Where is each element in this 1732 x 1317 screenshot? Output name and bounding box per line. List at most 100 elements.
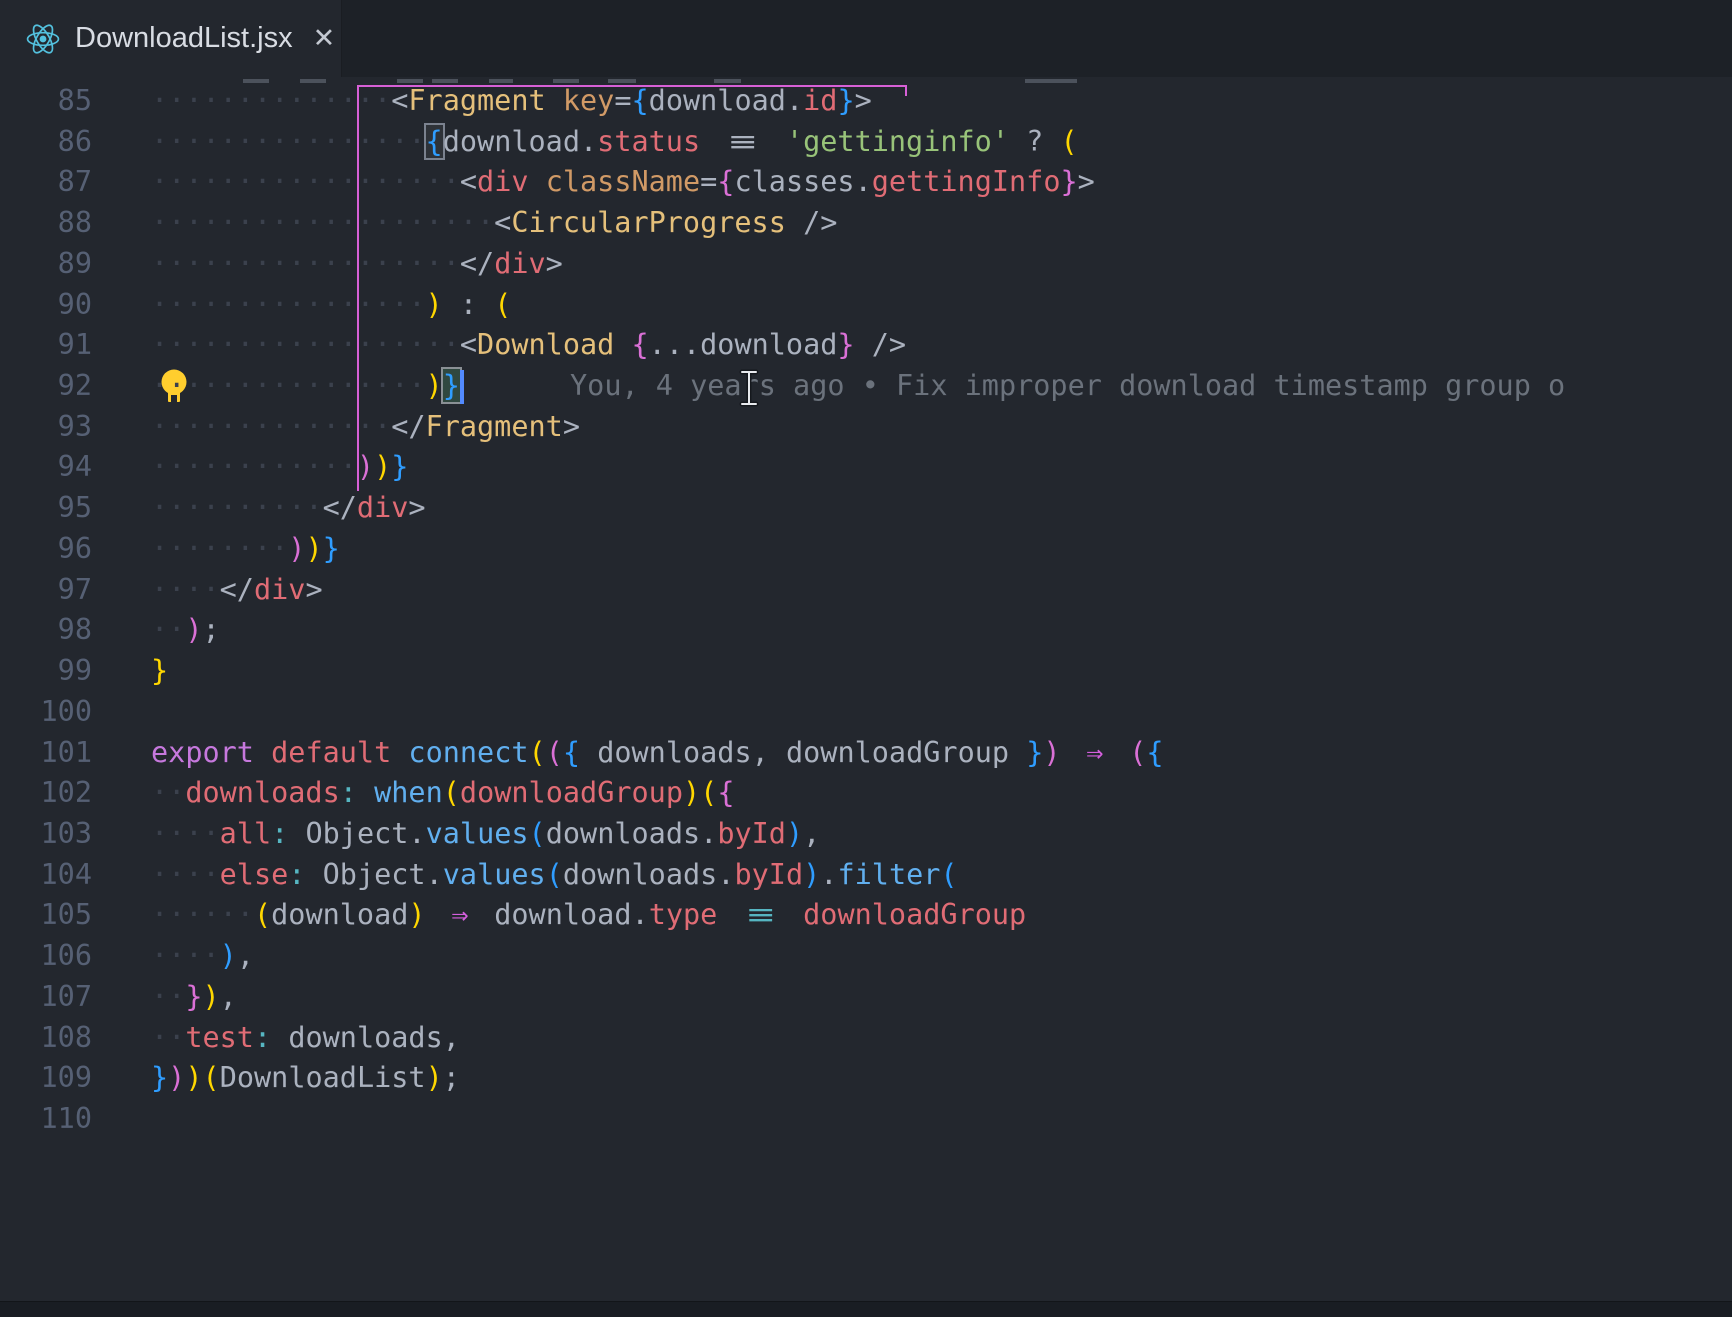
code-text[interactable]: ··············</Fragment> xyxy=(151,407,580,448)
line-number[interactable]: 88 xyxy=(0,203,92,244)
line-number[interactable]: 105 xyxy=(0,895,92,936)
line-number[interactable]: 97 xyxy=(0,570,92,611)
code-text[interactable]: ··················<Download {...download… xyxy=(151,325,906,366)
code-token: default xyxy=(271,736,391,769)
code-token: else xyxy=(220,858,289,891)
code-text[interactable]: export default connect(({ downloads, dow… xyxy=(151,733,1164,774)
code-text[interactable]: ················{download.status ≡ 'gett… xyxy=(151,122,1078,163)
code-token: ( xyxy=(1129,736,1146,769)
line-number[interactable]: 101 xyxy=(0,733,92,774)
code-token: key xyxy=(563,84,614,117)
code-text[interactable]: ······(download) ⇒ download.type ≡ downl… xyxy=(151,895,1026,936)
code-token xyxy=(1043,125,1060,158)
line-number[interactable]: 93 xyxy=(0,407,92,448)
code-editor[interactable]: 85 ··············<Fragment key={download.… xyxy=(0,77,1732,1317)
code-token: </ xyxy=(460,247,494,280)
code-line: 91 ··················<Download {...downlo… xyxy=(0,325,1732,366)
line-number[interactable]: 99 xyxy=(0,651,92,692)
code-token: ≡ xyxy=(703,122,783,163)
line-number[interactable]: 103 xyxy=(0,814,92,855)
line-number[interactable]: 90 xyxy=(0,285,92,326)
code-text[interactable]: ····</div> xyxy=(151,570,323,611)
code-text[interactable]: ················) : ( xyxy=(151,285,511,326)
code-token: > xyxy=(855,84,872,117)
whitespace-dots: ···· xyxy=(151,573,220,606)
line-number[interactable]: 85 xyxy=(0,81,92,122)
code-text[interactable]: }))(DownloadList); xyxy=(151,1058,460,1099)
whitespace-dots: ·················· xyxy=(151,328,460,361)
vscode-window: DownloadList.jsx ✕ 85 ··············<Frag… xyxy=(0,0,1732,1317)
whitespace-dots: ·················· xyxy=(151,247,460,280)
line-number[interactable]: 91 xyxy=(0,325,92,366)
line-number[interactable]: 100 xyxy=(0,692,92,733)
whitespace-dots: ·············· xyxy=(151,410,391,443)
code-token: > xyxy=(546,247,563,280)
code-token xyxy=(477,288,494,321)
line-number[interactable]: 95 xyxy=(0,488,92,529)
line-number[interactable]: 108 xyxy=(0,1018,92,1059)
whitespace-dots: ·············· xyxy=(151,84,391,117)
line-number[interactable]: 107 xyxy=(0,977,92,1018)
code-text[interactable]: ··downloads: when(downloadGroup)({ xyxy=(151,773,735,814)
line-number[interactable]: 106 xyxy=(0,936,92,977)
code-text[interactable]: ··); xyxy=(151,610,220,651)
code-token: download xyxy=(649,84,786,117)
line-number[interactable]: 102 xyxy=(0,773,92,814)
code-token xyxy=(1009,736,1026,769)
line-number[interactable]: 94 xyxy=(0,447,92,488)
code-line: 106 ····), xyxy=(0,936,1732,977)
code-token: ) xyxy=(185,1061,202,1094)
code-token: , xyxy=(752,736,769,769)
code-line: 95 ··········</div> xyxy=(0,488,1732,529)
code-text[interactable]: ··test: downloads, xyxy=(151,1018,460,1059)
code-token: < xyxy=(391,84,408,117)
code-line: 89··················</div> xyxy=(0,244,1732,285)
line-number[interactable]: 86 xyxy=(0,122,92,163)
code-token: . xyxy=(717,858,734,891)
code-text[interactable]: ····all: Object.values(downloads.byId), xyxy=(151,814,820,855)
tab-close-icon[interactable]: ✕ xyxy=(313,25,336,52)
code-text[interactable]: ········))} xyxy=(151,529,340,570)
code-token: : xyxy=(288,858,305,891)
code-text[interactable]: ··}), xyxy=(151,977,237,1018)
line-number[interactable]: 92 xyxy=(0,366,92,407)
code-text[interactable]: ····else: Object.values(downloads.byId).… xyxy=(151,855,958,896)
clipped-line-artifact xyxy=(1025,79,1077,83)
code-token: } xyxy=(1026,736,1043,769)
code-token: ( xyxy=(443,776,460,809)
code-line: 96 ········))} xyxy=(0,529,1732,570)
code-line: 93 ··············</Fragment> xyxy=(0,407,1732,448)
line-number[interactable]: 89 xyxy=(0,244,92,285)
code-text[interactable]: } xyxy=(151,651,168,692)
line-number[interactable]: 110 xyxy=(0,1099,92,1140)
code-token: , xyxy=(443,1021,460,1054)
code-token: 'gettinginfo' xyxy=(786,125,1009,158)
code-text[interactable]: ················)} xyxy=(151,366,460,407)
code-token: byId xyxy=(717,817,786,850)
code-token: ( xyxy=(203,1061,220,1094)
line-number[interactable]: 98 xyxy=(0,610,92,651)
code-text[interactable]: ··········</div> xyxy=(151,488,426,529)
code-token xyxy=(786,206,803,239)
code-text[interactable]: ··················<div className={classe… xyxy=(151,162,1095,203)
line-number[interactable]: 104 xyxy=(0,855,92,896)
code-token: } xyxy=(837,84,854,117)
line-number[interactable]: 87 xyxy=(0,162,92,203)
code-text[interactable]: ············))} xyxy=(151,447,408,488)
code-token: { xyxy=(426,125,443,158)
line-number[interactable]: 109 xyxy=(0,1058,92,1099)
code-text[interactable]: ··············<Fragment key={download.id… xyxy=(151,81,872,122)
code-token: type xyxy=(649,898,718,931)
code-token: } xyxy=(391,450,408,483)
code-text[interactable]: ····), xyxy=(151,936,254,977)
code-token xyxy=(305,858,322,891)
code-token: downloadGroup xyxy=(786,736,1009,769)
code-text[interactable]: ····················<CircularProgress /> xyxy=(151,203,837,244)
code-line: 94 ············))} xyxy=(0,447,1732,488)
tab-downloadlist-jsx[interactable]: DownloadList.jsx ✕ xyxy=(0,0,342,77)
line-number[interactable]: 96 xyxy=(0,529,92,570)
code-token: download xyxy=(494,898,631,931)
code-token xyxy=(1009,125,1026,158)
whitespace-dots: ···················· xyxy=(151,206,494,239)
code-token: CircularProgress xyxy=(511,206,786,239)
